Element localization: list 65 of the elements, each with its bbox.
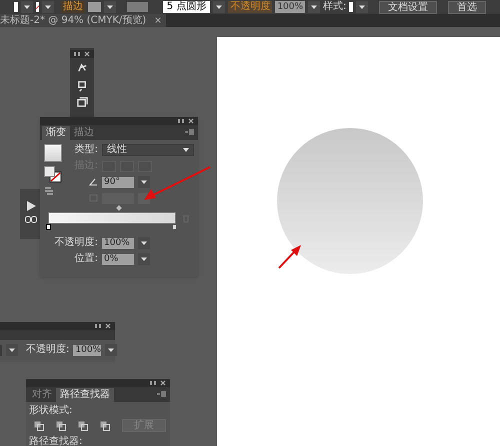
caret-icon[interactable] [42, 1, 54, 13]
caret-icon[interactable] [104, 1, 116, 13]
variable-width-field[interactable] [127, 2, 148, 12]
document-tab[interactable]: 未标题-2* @ 94% (CMYK/预览) × [0, 14, 166, 27]
panel-menu-icon[interactable] [185, 129, 194, 136]
play-icon[interactable] [26, 201, 36, 211]
opacity-field[interactable]: 100% [275, 1, 306, 13]
tool-icon[interactable] [76, 79, 88, 92]
caret-icon[interactable] [308, 1, 320, 13]
shape-modes-label: 形状模式: [28, 404, 74, 417]
close-icon[interactable] [188, 118, 194, 124]
stroke-weight-field[interactable] [88, 2, 102, 12]
midpoint-marker[interactable] [116, 205, 122, 211]
opacity-label: 不透明度 [228, 1, 272, 13]
opacity-label: 不透明度: [26, 344, 70, 356]
caret-icon [183, 148, 189, 152]
toolbar-button[interactable]: 首选 [448, 0, 486, 14]
toolbar-button[interactable]: 文档设置 [379, 0, 437, 14]
gradient-stop[interactable] [46, 224, 51, 230]
type-dropdown[interactable]: 线性 [102, 144, 194, 156]
caret-icon[interactable] [356, 1, 368, 13]
fill-swatch[interactable] [14, 2, 18, 12]
reverse-gradient-icon[interactable] [44, 187, 54, 196]
collapse-icon[interactable] [95, 324, 101, 328]
fill-stroke-icon[interactable] [44, 166, 62, 183]
collapse-icon[interactable] [150, 381, 156, 385]
caret-icon[interactable] [20, 1, 33, 13]
close-icon[interactable] [84, 51, 90, 57]
caret-icon[interactable] [138, 176, 150, 188]
caret-icon[interactable] [138, 237, 150, 249]
panel-tab[interactable]: 渐变 [42, 126, 70, 140]
annotation-arrow [143, 166, 211, 202]
angle-field[interactable]: 90° [102, 176, 134, 188]
style-swatch[interactable] [349, 2, 353, 12]
pathfinders-label: 路径查找器: [28, 435, 84, 446]
caret-icon[interactable] [138, 253, 150, 265]
panel-menu-icon[interactable] [157, 391, 166, 398]
collapse-icon[interactable] [178, 119, 184, 123]
opacity-field[interactable]: 100% [102, 238, 134, 248]
annotation-arrow [278, 244, 302, 269]
close-icon[interactable] [105, 323, 111, 329]
stroke-none-swatch[interactable] [36, 2, 40, 12]
tool-icon[interactable] [76, 96, 88, 109]
close-tab-button[interactable]: × [154, 16, 162, 26]
caret-icon[interactable] [6, 344, 18, 356]
shape-mode-icon[interactable] [34, 420, 44, 430]
location-field[interactable]: 0% [102, 254, 134, 264]
style-label: 样式: [323, 1, 346, 13]
panel-tab[interactable]: 路径查找器 [56, 388, 114, 402]
angle-icon [89, 178, 98, 186]
type-label: 类型: [74, 144, 98, 156]
brush-dropdown[interactable]: 5 点圆形 [162, 1, 210, 13]
shape-mode-icon[interactable] [56, 420, 66, 430]
link-icon[interactable] [25, 216, 37, 223]
caret-icon[interactable] [105, 344, 118, 356]
shape-mode-icon[interactable] [100, 420, 110, 430]
location-label: 位置: [74, 253, 98, 265]
caret-icon[interactable] [213, 1, 226, 13]
opacity-field[interactable]: 100% [73, 344, 102, 356]
gradient-swatch[interactable] [44, 144, 62, 162]
shape-mode-icon[interactable] [78, 420, 88, 430]
collapse-icon[interactable] [74, 52, 80, 56]
stroke-label: 描边 [61, 1, 86, 13]
close-icon[interactable] [160, 380, 166, 386]
opacity-label: 不透明度: [54, 237, 98, 249]
